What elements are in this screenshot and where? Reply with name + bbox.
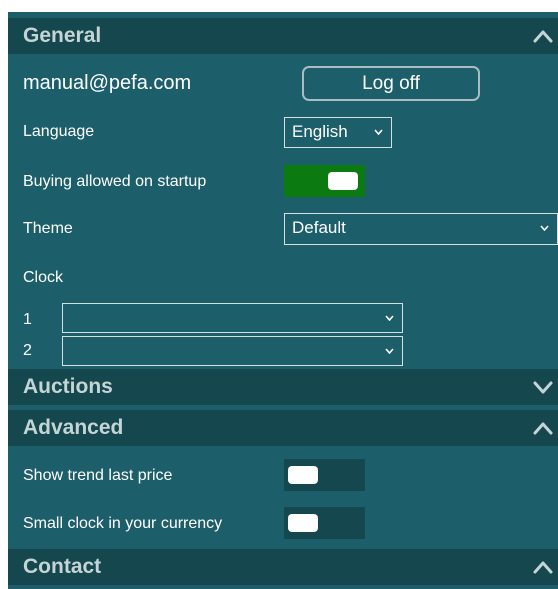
settings-panel: General manual@pefa.com Log off Language… xyxy=(8,12,558,589)
dropdown-caret-icon xyxy=(385,315,394,321)
toggle-knob xyxy=(288,514,318,532)
section-header-general[interactable]: General xyxy=(8,18,558,54)
section-header-contact[interactable]: Contact xyxy=(8,549,558,585)
small-clock-label: Small clock in your currency xyxy=(23,515,223,532)
chevron-up-icon[interactable] xyxy=(532,418,554,438)
toggle-knob xyxy=(288,466,318,484)
theme-select[interactable]: Default xyxy=(284,213,558,245)
dropdown-caret-icon xyxy=(385,348,394,354)
buying-startup-label: Buying allowed on startup xyxy=(23,173,207,190)
theme-label: Theme xyxy=(23,220,73,237)
section-header-auctions[interactable]: Auctions xyxy=(8,369,558,405)
small-clock-toggle[interactable] xyxy=(284,507,365,539)
language-label: Language xyxy=(23,123,95,140)
logoff-button[interactable]: Log off xyxy=(302,66,480,101)
show-trend-toggle[interactable] xyxy=(284,459,365,491)
dropdown-caret-icon xyxy=(540,225,549,231)
theme-select-value: Default xyxy=(292,218,346,237)
buying-startup-toggle[interactable] xyxy=(284,165,365,197)
clock-label: Clock xyxy=(23,269,64,286)
clock-slot-number: 2 xyxy=(23,342,32,359)
language-select-value: English xyxy=(292,122,348,141)
account-email: manual@pefa.com xyxy=(23,72,192,94)
clock-slot-number: 1 xyxy=(23,311,32,328)
section-title-advanced: Advanced xyxy=(23,416,124,439)
chevron-up-icon[interactable] xyxy=(532,26,554,46)
section-title-contact: Contact xyxy=(23,555,102,578)
chevron-down-icon[interactable] xyxy=(532,377,554,397)
show-trend-label: Show trend last price xyxy=(23,467,173,484)
section-title-general: General xyxy=(23,24,102,47)
language-select[interactable]: English xyxy=(284,117,392,148)
clock-select-1[interactable] xyxy=(62,303,403,333)
clock-select-2[interactable] xyxy=(62,336,403,366)
chevron-up-icon[interactable] xyxy=(532,557,554,577)
dropdown-caret-icon xyxy=(374,129,383,135)
section-header-advanced[interactable]: Advanced xyxy=(8,410,558,446)
toggle-knob xyxy=(328,172,358,190)
section-title-auctions: Auctions xyxy=(23,375,113,398)
